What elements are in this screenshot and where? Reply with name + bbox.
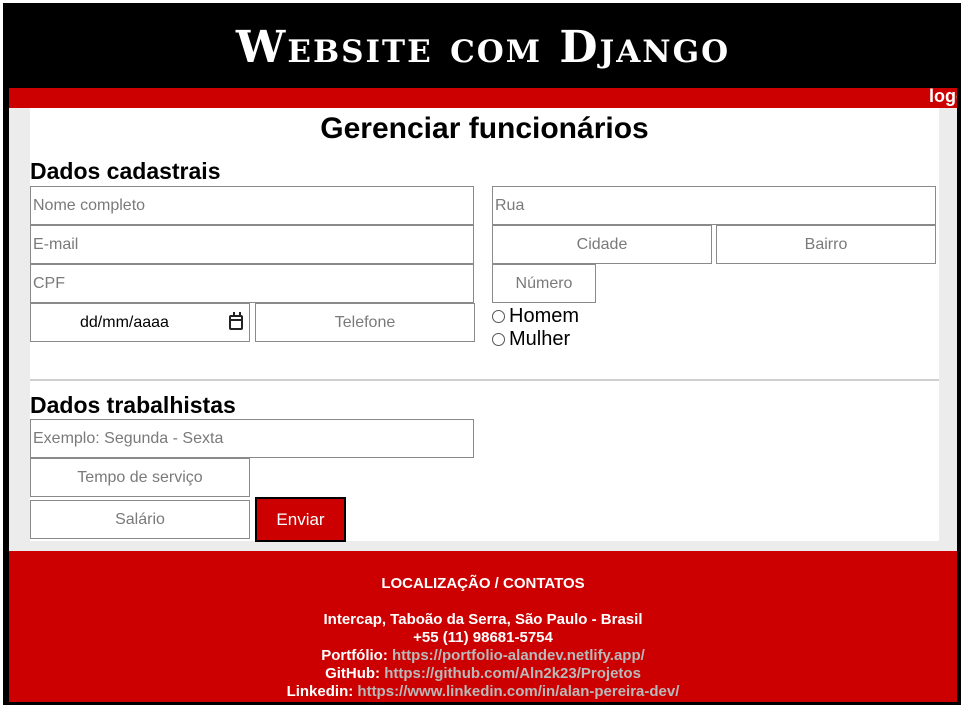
cpf-input[interactable] bbox=[30, 264, 474, 303]
birth-date-input[interactable]: dd/mm/aaaa bbox=[30, 303, 250, 342]
github-link[interactable]: https://github.com/Aln2k23/Projetos bbox=[384, 665, 641, 682]
work-schedule-input[interactable] bbox=[30, 419, 474, 458]
site-footer: LOCALIZAÇÃO / CONTATOS Intercap, Taboão … bbox=[9, 551, 957, 702]
gender-option-male[interactable]: Homem bbox=[492, 305, 579, 328]
radio-button-icon[interactable] bbox=[492, 310, 505, 323]
radio-button-icon[interactable] bbox=[492, 333, 505, 346]
work-section-title: Dados trabalhistas bbox=[30, 392, 236, 418]
footer-heading: LOCALIZAÇÃO / CONTATOS bbox=[381, 575, 585, 592]
calendar-icon[interactable] bbox=[229, 312, 243, 330]
salary-input[interactable] bbox=[30, 500, 250, 539]
date-placeholder: dd/mm/aaaa bbox=[80, 313, 169, 331]
footer-linkedin-row: Linkedin: https://www.linkedin.com/in/al… bbox=[9, 683, 957, 700]
personal-section-title: Dados cadastrais bbox=[30, 158, 221, 184]
github-label: GitHub: bbox=[325, 665, 381, 682]
full-name-input[interactable] bbox=[30, 186, 474, 225]
site-header: Website com Django bbox=[9, 6, 957, 88]
email-input[interactable] bbox=[30, 225, 474, 264]
page-title: Gerenciar funcionários bbox=[320, 112, 649, 145]
section-divider bbox=[30, 379, 939, 381]
service-time-input[interactable] bbox=[30, 458, 250, 497]
logout-link[interactable]: logout bbox=[929, 86, 957, 107]
city-input[interactable] bbox=[492, 225, 712, 264]
page-viewport: Website com Django logout Gerenciar func… bbox=[9, 6, 957, 702]
gender-option-label: Mulher bbox=[509, 328, 571, 350]
footer-address: Intercap, Taboão da Serra, São Paulo - B… bbox=[323, 611, 643, 628]
top-nav-bar: logout bbox=[9, 86, 957, 108]
footer-github-row: GitHub: https://github.com/Aln2k23/Proje… bbox=[9, 665, 957, 682]
footer-phone: +55 (11) 98681-5754 bbox=[413, 629, 553, 646]
number-input[interactable] bbox=[492, 264, 596, 303]
browser-frame: Website com Django logout Gerenciar func… bbox=[3, 3, 961, 705]
submit-button[interactable]: Enviar bbox=[255, 497, 346, 542]
linkedin-link[interactable]: https://www.linkedin.com/in/alan-pereira… bbox=[357, 683, 679, 700]
portfolio-link[interactable]: https://portfolio-alandev.netlify.app/ bbox=[392, 647, 645, 664]
gender-option-label: Homem bbox=[509, 305, 580, 327]
gender-option-female[interactable]: Mulher bbox=[492, 328, 570, 351]
portfolio-label: Portfólio: bbox=[321, 647, 388, 664]
district-input[interactable] bbox=[716, 225, 936, 264]
phone-input[interactable] bbox=[255, 303, 475, 342]
site-title: Website com Django bbox=[235, 21, 731, 73]
footer-portfolio-row: Portfólio: https://portfolio-alandev.net… bbox=[9, 647, 957, 664]
linkedin-label: Linkedin: bbox=[286, 683, 354, 700]
street-input[interactable] bbox=[492, 186, 936, 225]
employee-form-panel: Gerenciar funcionários Dados cadastrais … bbox=[30, 108, 939, 542]
